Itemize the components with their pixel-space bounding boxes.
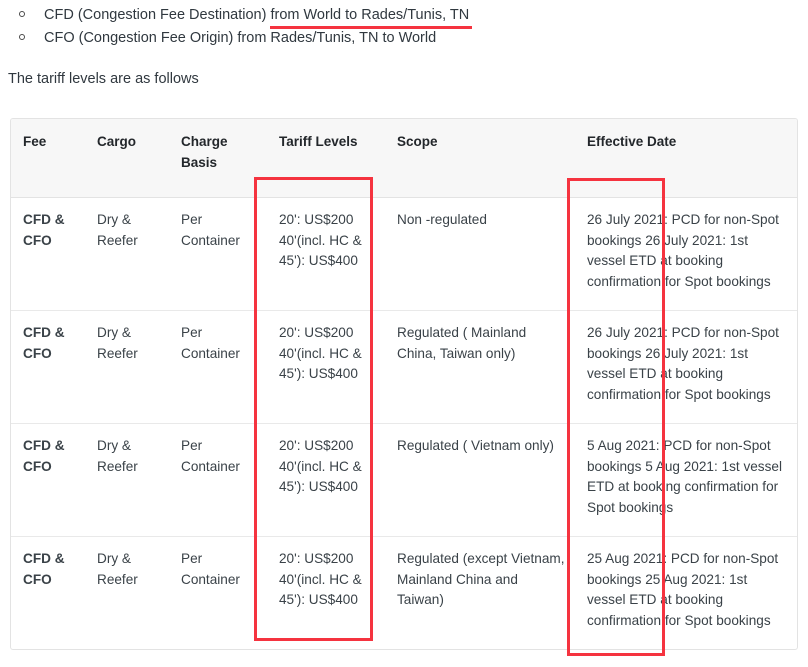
bullet-circle-icon (19, 11, 25, 17)
cell-effective-date: 26 July 2021: PCD for non-Spot bookings … (575, 197, 797, 311)
cell-charge-basis: Per Container (169, 423, 267, 537)
bullet-circle-icon (19, 34, 25, 40)
column-header-effective-date: Effective Date (575, 119, 797, 198)
cell-charge-basis: Per Container (181, 551, 240, 587)
table-header-row: Fee Cargo Charge Basis Tariff Levels Sco… (11, 119, 797, 198)
column-header-charge-basis: Charge Basis (169, 119, 267, 198)
cell-scope: Regulated ( Vietnam only) (385, 423, 575, 537)
cell-charge-basis: Per Container (169, 310, 267, 424)
cell-tariff-levels: 20': US$200 40'(incl. HC & 45'): US$400 (267, 197, 385, 311)
fee-definition-list: CFD (Congestion Fee Destination) from Wo… (0, 4, 798, 50)
fee-definition-prefix: CFO (Congestion Fee Origin) from Rades/T… (44, 30, 437, 46)
tariff-table-container: Fee Cargo Charge Basis Tariff Levels Sco… (10, 118, 798, 650)
tariff-table: Fee Cargo Charge Basis Tariff Levels Sco… (11, 119, 797, 650)
fee-definition-text: CFO (Congestion Fee Origin) from Rades/T… (44, 30, 436, 46)
table-header: Fee Cargo Charge Basis Tariff Levels Sco… (11, 119, 797, 198)
fee-definition-prefix: CFD (Congestion Fee Destination) (44, 7, 271, 23)
cell-effective-date: 25 Aug 2021: PCD for non-Spot bookings 2… (587, 551, 779, 628)
fee-definition-text: CFD (Congestion Fee Destination) from Wo… (44, 4, 473, 29)
cell-fee: CFD & CFO (23, 551, 65, 587)
table-row: CFD & CFO Dry & Reefer Per Container 20': U… (11, 537, 797, 650)
table-row: CFD & CFO Dry & Reefer Per Container 20': U… (11, 423, 797, 537)
cell-cargo: Dry & Reefer (97, 551, 138, 587)
column-header-fee: Fee (11, 119, 85, 198)
cell-scope: Non -regulated (385, 197, 575, 311)
cell-fee: CFD & CFO (11, 423, 85, 537)
fee-definition-item: CFD (Congestion Fee Destination) from Wo… (0, 4, 798, 29)
cell-fee: CFD & CFO (11, 197, 85, 311)
cell-scope: Regulated (except Vietnam, Mainland Chin… (397, 551, 565, 607)
table-row: CFD & CFO Dry & Reefer Per Container 20': U… (11, 310, 797, 424)
cell-cargo: Dry & Reefer (85, 310, 169, 424)
intro-text: The tariff levels are as follows (8, 71, 199, 87)
table-row: CFD & CFO Dry & Reefer Per Container 20': U… (11, 197, 797, 311)
cell-charge-basis: Per Container (169, 197, 267, 311)
route-underline: from World to Rades/Tunis, TN (270, 4, 473, 29)
cell-tariff-levels: 20': US$200 40'(incl. HC & 45'): US$400 (279, 551, 362, 607)
cell-fee: CFD & CFO (11, 310, 85, 424)
cell-tariff-levels: 20': US$200 40'(incl. HC & 45'): US$400 (267, 310, 385, 424)
column-header-scope: Scope (385, 119, 575, 198)
cell-effective-date: 5 Aug 2021: PCD for non-Spot bookings 5 … (575, 423, 797, 537)
cell-tariff-levels: 20': US$200 40'(incl. HC & 45'): US$400 (267, 423, 385, 537)
cell-cargo: Dry & Reefer (85, 423, 169, 537)
cell-cargo: Dry & Reefer (85, 197, 169, 311)
column-header-cargo: Cargo (85, 119, 169, 198)
table-body: CFD & CFO Dry & Reefer Per Container 20': U… (11, 197, 797, 650)
cell-scope: Regulated ( Mainland China, Taiwan only) (385, 310, 575, 424)
cell-effective-date: 26 July 2021: PCD for non-Spot bookings … (575, 310, 797, 424)
column-header-tariff-levels: Tariff Levels (267, 119, 385, 198)
fee-definition-item: CFO (Congestion Fee Origin) from Rades/T… (0, 27, 798, 50)
